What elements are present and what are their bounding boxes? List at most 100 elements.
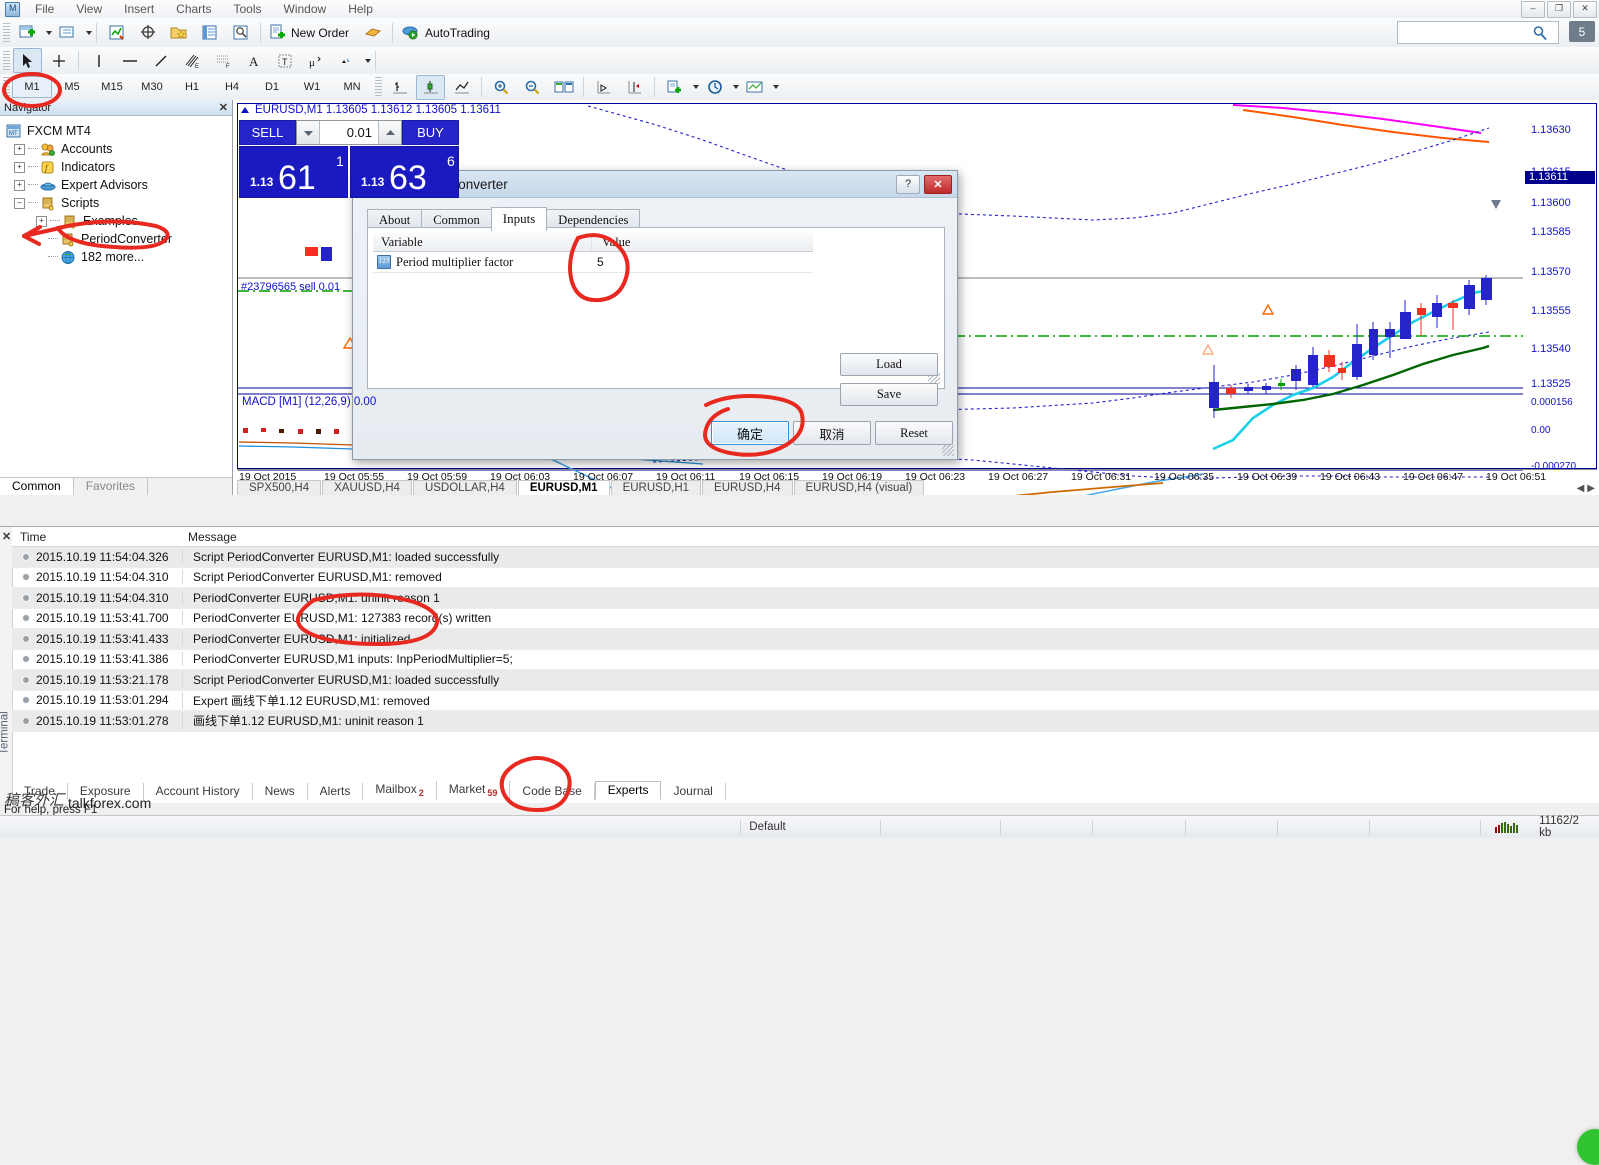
arrow-cursor-icon[interactable] — [13, 48, 42, 73]
new-order-button[interactable]: New Order — [266, 20, 356, 45]
tabs-prev-icon[interactable]: ◀ — [1577, 483, 1585, 494]
chevron-down-icon[interactable] — [297, 121, 320, 144]
period-h1[interactable]: H1 — [172, 76, 212, 98]
profiles-dropdown-icon[interactable] — [86, 30, 92, 35]
terminal-button[interactable] — [195, 20, 224, 45]
terminal-log-list[interactable]: 2015.10.19 11:54:04.326 Script PeriodConv… — [12, 547, 1599, 780]
sell-price-box[interactable]: 1.13 61 1 — [239, 146, 348, 198]
horizontal-line-icon[interactable] — [115, 48, 144, 73]
candlestick-icon[interactable] — [416, 74, 445, 100]
tab-eurusd-h4[interactable]: EURUSD,H4 — [702, 480, 793, 495]
zoom-out-icon[interactable] — [518, 75, 547, 100]
close-button[interactable]: ✕ — [1573, 1, 1597, 18]
period-h4[interactable]: H4 — [212, 76, 252, 98]
profiles-button[interactable] — [53, 20, 82, 45]
indicator-add-icon[interactable] — [660, 75, 689, 100]
table-row[interactable]: 2015.10.19 11:54:04.310 PeriodConverter E… — [12, 588, 1599, 609]
table-row[interactable]: 2015.10.19 11:53:41.386 PeriodConverter E… — [12, 650, 1599, 670]
tab-mailbox[interactable]: Mailbox 2 — [363, 780, 437, 800]
arrows-mu-icon[interactable]: μ — [301, 48, 330, 73]
table-row[interactable]: 2015.10.19 11:53:41.700 PeriodConverter E… — [12, 609, 1599, 629]
search-box[interactable] — [1397, 21, 1559, 44]
data-window-button[interactable] — [133, 20, 162, 45]
expander-plus-icon[interactable]: + — [14, 161, 25, 173]
auto-scroll-icon[interactable] — [589, 75, 618, 100]
orders-icon-button[interactable] — [358, 20, 387, 45]
tab-eurusd-m1[interactable]: EURUSD,M1 — [517, 480, 610, 495]
restore-button[interactable]: ❐ — [1547, 1, 1571, 18]
vertical-line-icon[interactable] — [84, 48, 113, 73]
trendline-icon[interactable] — [146, 48, 175, 73]
chart-type-grip[interactable] — [375, 77, 382, 97]
tab-spx500-h4[interactable]: SPX500,H4 — [237, 480, 322, 495]
tabs-next-icon[interactable]: ▶ — [1587, 483, 1595, 494]
menu-file[interactable]: File — [24, 0, 65, 18]
profile-label[interactable]: Default — [741, 819, 881, 835]
period-d1[interactable]: D1 — [252, 76, 292, 98]
column-time[interactable]: Time — [12, 530, 180, 544]
cancel-button[interactable]: 取消 — [793, 421, 871, 445]
table-row[interactable]: 2015.10.19 11:53:01.294 Expert 画线下单1.12 E… — [12, 691, 1599, 711]
tab-experts[interactable]: Experts — [594, 781, 662, 800]
navigator-button[interactable] — [164, 20, 193, 45]
period-w1[interactable]: W1 — [292, 76, 332, 98]
table-row[interactable]: 2015.10.19 11:54:04.326 Script PeriodConv… — [12, 547, 1599, 568]
ok-button[interactable]: 确定 — [711, 421, 789, 445]
menu-view[interactable]: View — [65, 0, 113, 18]
notification-badge[interactable]: 5 — [1569, 21, 1595, 42]
text-a-icon[interactable]: A — [239, 48, 268, 73]
table-row[interactable]: 2015.10.19 11:53:41.433 PeriodConverter E… — [12, 629, 1599, 650]
period-m15[interactable]: M15 — [92, 76, 132, 98]
volume-value[interactable]: 0.01 — [320, 125, 378, 140]
chart-shift-icon[interactable] — [620, 75, 649, 100]
table-row[interactable]: 2015.10.19 11:54:04.310 Script PeriodConv… — [12, 568, 1599, 588]
close-icon[interactable]: ✕ — [924, 174, 952, 194]
strategy-tester-button[interactable] — [226, 20, 255, 45]
dialog-resize-grip[interactable] — [942, 444, 954, 456]
text-label-icon[interactable]: T — [270, 48, 299, 73]
periods-grip[interactable] — [3, 77, 10, 97]
column-message[interactable]: Message — [180, 530, 237, 544]
tab-market[interactable]: Market 59 — [437, 780, 511, 800]
fibonacci-f-icon[interactable]: F — [208, 48, 237, 73]
sidebar-item-indicators[interactable]: + f Indicators — [6, 158, 232, 176]
table-row[interactable]: 123 Period multiplier factor 5 — [373, 252, 813, 273]
templates-icon[interactable] — [740, 75, 769, 100]
sidebar-item-fxcm-mt4[interactable]: MT FXCM MT4 — [6, 122, 232, 140]
save-button[interactable]: Save — [840, 383, 938, 406]
tab-news[interactable]: News — [253, 783, 308, 800]
buy-button[interactable]: BUY — [402, 120, 459, 145]
tab-account-history[interactable]: Account History — [144, 783, 253, 800]
chart-collapse-icon[interactable] — [241, 107, 249, 113]
menu-window[interactable]: Window — [273, 0, 338, 18]
tab-xauusd-h4[interactable]: XAUUSD,H4 — [322, 480, 412, 495]
channel-e-icon[interactable]: E — [177, 48, 206, 73]
bar-chart-icon[interactable] — [385, 75, 414, 100]
table-row[interactable]: 2015.10.19 11:53:01.278 画线下单1.12 EURUSD,M… — [12, 711, 1599, 732]
price-axis[interactable]: 1.13630 1.13615 1.13611 1.13600 1.13585 … — [1525, 103, 1597, 472]
menu-insert[interactable]: Insert — [113, 0, 165, 18]
volume-stepper[interactable]: 0.01 — [296, 120, 402, 145]
tab-eurusd-h1[interactable]: EURUSD,H1 — [610, 480, 702, 495]
tab-common[interactable]: Common — [0, 478, 74, 495]
close-icon[interactable]: ✕ — [219, 101, 228, 114]
sidebar-item-accounts[interactable]: + Accounts — [6, 140, 232, 158]
tab-code-base[interactable]: Code Base — [510, 783, 595, 800]
search-input[interactable] — [1398, 23, 1532, 42]
one-click-trading-panel[interactable]: SELL 0.01 BUY 1.13 61 1 1.13 63 6 — [239, 120, 459, 198]
sidebar-item-more[interactable]: 182 more... — [6, 248, 232, 266]
templates-dropdown-icon[interactable] — [773, 85, 779, 89]
tab-inputs[interactable]: Inputs — [490, 207, 548, 231]
value-cell[interactable]: 5 — [587, 255, 813, 269]
new-chart-dropdown-icon[interactable] — [46, 30, 52, 35]
reset-button[interactable]: Reset — [875, 421, 953, 445]
new-chart-button[interactable] — [13, 20, 42, 45]
menu-help[interactable]: Help — [337, 0, 384, 18]
sidebar-item-expert-advisors[interactable]: + Expert Advisors — [6, 176, 232, 194]
tab-eurusd-h4-visual[interactable]: EURUSD,H4 (visual) — [793, 480, 925, 495]
tab-favorites[interactable]: Favorites — [74, 478, 149, 495]
menu-tools[interactable]: Tools — [223, 0, 273, 18]
autotrading-button[interactable]: AutoTrading — [398, 20, 497, 45]
close-icon[interactable]: ✕ — [2, 530, 11, 543]
zoom-in-icon[interactable] — [487, 75, 516, 100]
